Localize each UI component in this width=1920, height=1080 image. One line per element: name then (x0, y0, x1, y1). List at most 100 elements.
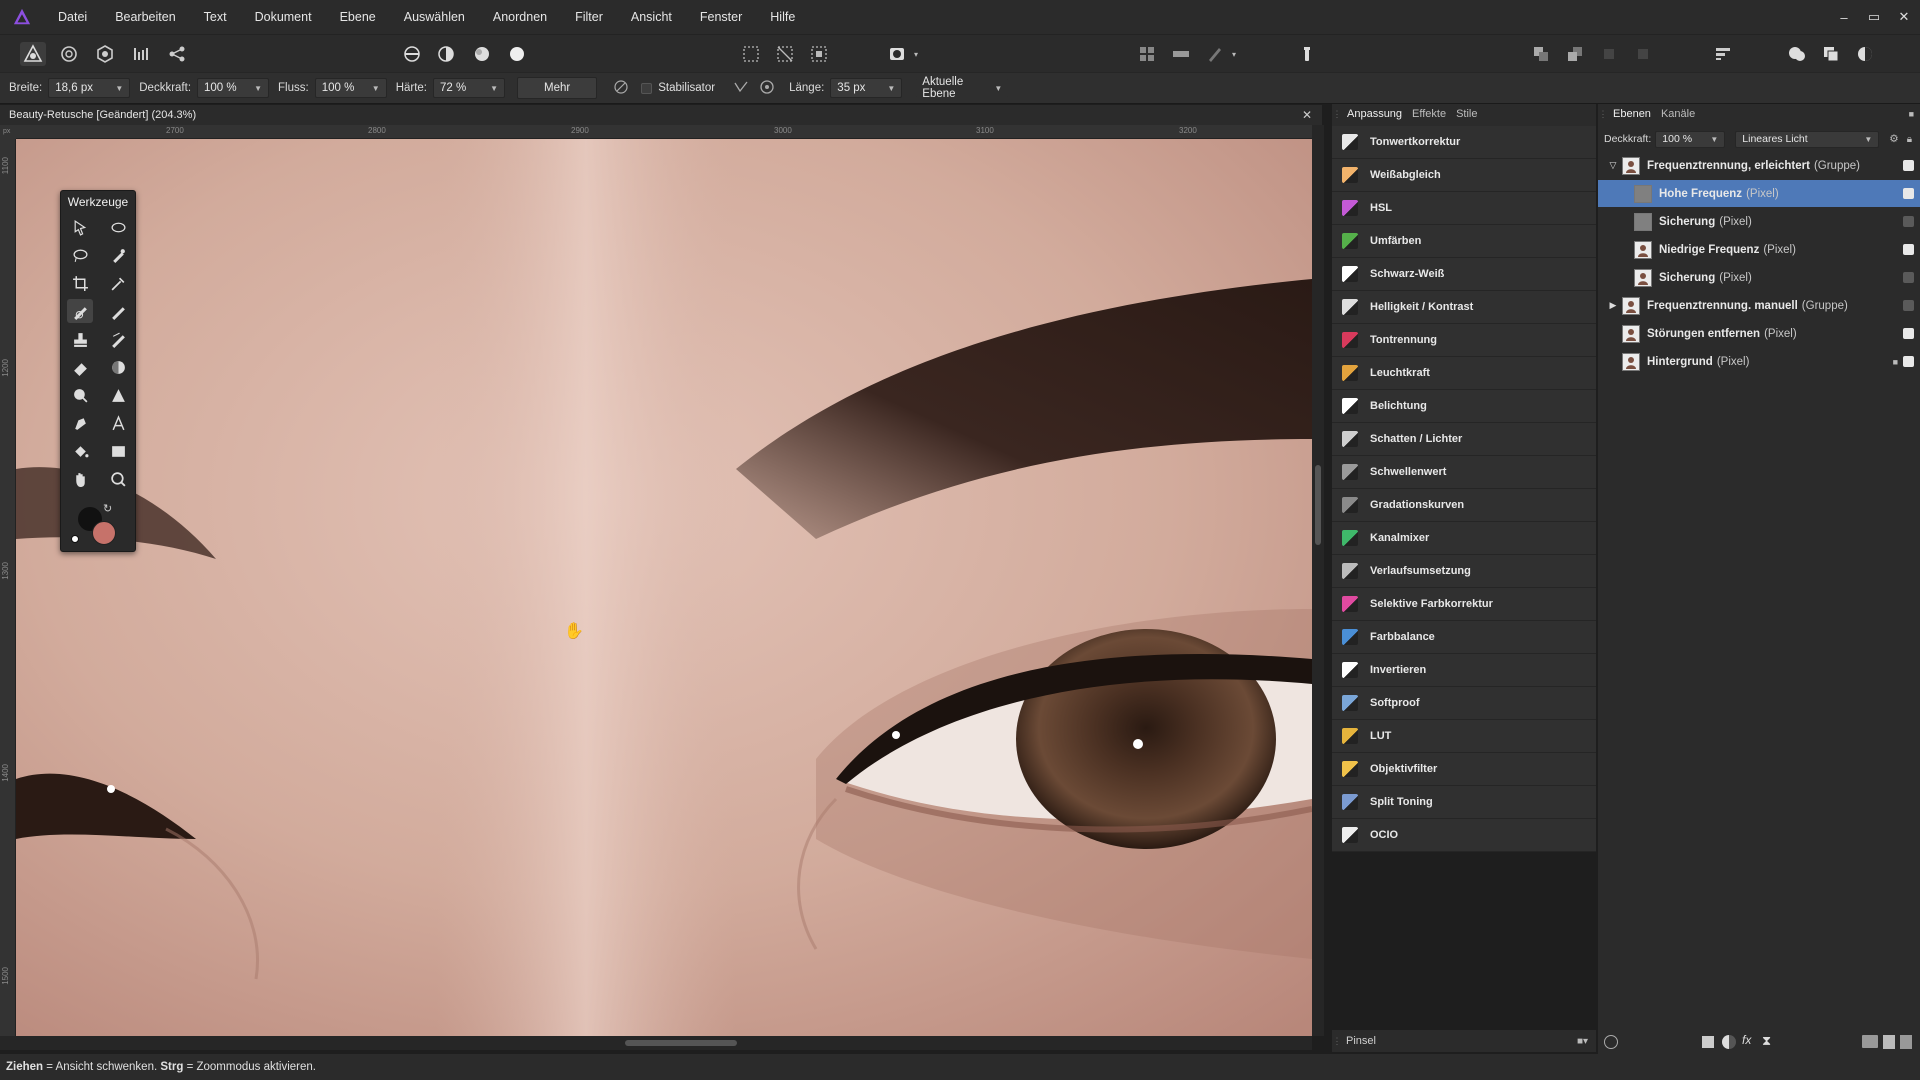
select-all-icon[interactable] (738, 42, 764, 66)
align-icon[interactable] (1710, 42, 1736, 66)
dodge-tool-icon[interactable] (105, 355, 131, 379)
affinity-photo-logo-icon[interactable] (0, 0, 44, 34)
zoom-tool-icon[interactable] (105, 467, 131, 491)
new-layer-icon[interactable] (1883, 1035, 1895, 1049)
layer-row[interactable]: Sicherung (Pixel) (1598, 208, 1920, 235)
tab-adjustments[interactable]: Anpassung (1342, 108, 1407, 120)
panel-menu-icon[interactable]: ■▾ (1577, 1036, 1588, 1047)
expand-closed-icon[interactable]: ▶ (1604, 300, 1622, 311)
document-canvas[interactable]: ✋ (16, 139, 1312, 1036)
tab-channels[interactable]: Kanäle (1656, 108, 1700, 120)
window-mode-icon[interactable] (759, 79, 775, 98)
arrange-front-icon[interactable] (1528, 42, 1554, 66)
minimize-button[interactable]: – (1830, 0, 1858, 34)
lock-icon[interactable]: ■ (1893, 357, 1898, 367)
adjustment-item[interactable]: Softproof (1332, 687, 1596, 720)
adjustment-item[interactable]: Tontrennung (1332, 324, 1596, 357)
close-document-icon[interactable]: ✕ (1302, 108, 1312, 122)
rope-mode-icon[interactable] (733, 79, 749, 98)
visibility-checkbox[interactable] (1903, 188, 1914, 199)
adjustment-item[interactable]: Selektive Farbkorrektur (1332, 588, 1596, 621)
length-field[interactable]: 35 px ▼ (830, 78, 903, 98)
tab-styles[interactable]: Stile (1451, 108, 1482, 120)
visibility-checkbox[interactable] (1903, 356, 1914, 367)
layer-row[interactable]: Hohe Frequenz (Pixel) (1598, 180, 1920, 207)
adjustment-item[interactable]: LUT (1332, 720, 1596, 753)
deselect-icon[interactable] (772, 42, 798, 66)
fx-icon[interactable]: fx (1742, 1033, 1751, 1047)
blur-brush-icon[interactable] (67, 383, 93, 407)
width-field[interactable]: 18,6 px ▼ (48, 78, 131, 98)
menu-item[interactable]: Filter (561, 10, 617, 24)
snapping-icon[interactable] (1134, 42, 1160, 66)
visibility-checkbox[interactable] (1903, 244, 1914, 255)
horizontal-scrollbar[interactable] (0, 1036, 1312, 1050)
horizontal-scroll-thumb[interactable] (625, 1040, 737, 1046)
stabilizer-checkbox[interactable] (641, 82, 653, 94)
arrange-backward-icon[interactable] (1630, 42, 1656, 66)
lock-icon[interactable]: 🔒︎ (1907, 134, 1912, 145)
adjustment-item[interactable]: Schwarz-Weiß (1332, 258, 1596, 291)
move-tool-icon[interactable] (67, 215, 93, 239)
visibility-checkbox[interactable] (1903, 328, 1914, 339)
crop-tool-icon[interactable] (67, 271, 93, 295)
mask-layer-icon[interactable] (1702, 1036, 1714, 1048)
assistant-icon[interactable] (1294, 42, 1320, 66)
adjustment-layer-icon[interactable] (1722, 1035, 1736, 1049)
view-tool-icon[interactable] (105, 215, 131, 239)
hardness-field[interactable]: 72 % ▼ (433, 78, 506, 98)
lasso-tool-icon[interactable] (67, 243, 93, 267)
adjustment-item[interactable]: Leuchtkraft (1332, 357, 1596, 390)
visibility-checkbox[interactable] (1903, 216, 1914, 227)
tone-mapping-persona-icon[interactable] (128, 42, 154, 66)
secondary-color-swatch[interactable] (92, 521, 116, 545)
arrange-back-icon[interactable] (1562, 42, 1588, 66)
layer-row[interactable]: Niedrige Frequenz (Pixel) (1598, 236, 1920, 263)
visibility-checkbox[interactable] (1903, 272, 1914, 283)
auto-contrast-icon[interactable] (433, 42, 459, 66)
text-tool-icon[interactable] (105, 411, 131, 435)
quick-mask-dropdown-icon[interactable]: ▾ (910, 42, 922, 66)
adjustment-item[interactable]: Helligkeit / Kontrast (1332, 291, 1596, 324)
expand-open-icon[interactable]: ▽ (1604, 160, 1622, 171)
paint-brush-icon[interactable] (105, 299, 131, 323)
more-button[interactable]: Mehr (517, 77, 598, 99)
boolean-add-icon[interactable] (1784, 42, 1810, 66)
auto-white-balance-icon[interactable] (504, 42, 530, 66)
adjustment-item[interactable]: Kanalmixer (1332, 522, 1596, 555)
auto-colors-icon[interactable] (469, 42, 495, 66)
liquify-persona-icon[interactable] (56, 42, 82, 66)
sharpen-brush-icon[interactable] (105, 383, 131, 407)
pen-tool-icon[interactable] (67, 411, 93, 435)
eraser-tool-icon[interactable] (67, 355, 93, 379)
healing-brush-icon[interactable] (67, 299, 93, 323)
adjustment-item[interactable]: Split Toning (1332, 786, 1596, 819)
trash-icon[interactable] (1900, 1035, 1912, 1049)
adjustment-item[interactable]: HSL (1332, 192, 1596, 225)
visibility-checkbox[interactable] (1903, 160, 1914, 171)
menu-item[interactable]: Hilfe (756, 10, 809, 24)
grid-icon[interactable] (1168, 42, 1194, 66)
menu-item[interactable]: Anordnen (479, 10, 561, 24)
folder-icon[interactable] (1862, 1035, 1878, 1048)
boolean-intersect-icon[interactable] (1852, 42, 1878, 66)
adjustment-item[interactable]: Umfärben (1332, 225, 1596, 258)
tab-layers[interactable]: Ebenen (1608, 108, 1656, 120)
menu-item[interactable]: Text (190, 10, 241, 24)
brush-option-icon[interactable] (1202, 42, 1228, 66)
adjustment-item[interactable]: Gradationskurven (1332, 489, 1596, 522)
menu-item[interactable]: Ebene (326, 10, 390, 24)
brushes-tab[interactable]: Pinsel (1346, 1035, 1376, 1047)
layer-row[interactable]: Sicherung (Pixel) (1598, 264, 1920, 291)
reset-colors-icon[interactable] (71, 535, 79, 543)
layer-row[interactable]: Störungen entfernen (Pixel) (1598, 320, 1920, 347)
vertical-scroll-thumb[interactable] (1315, 465, 1321, 545)
close-window-button[interactable]: ✕ (1890, 0, 1918, 34)
clone-brush-icon[interactable] (67, 327, 93, 351)
fill-tool-icon[interactable] (67, 439, 93, 463)
brushes-panel-header[interactable]: ⋮ Pinsel ■▾ (1332, 1030, 1596, 1052)
visibility-checkbox[interactable] (1903, 300, 1914, 311)
maximize-button[interactable]: ▭ (1860, 0, 1888, 34)
photo-persona-icon[interactable] (20, 42, 46, 66)
selection-brush-icon[interactable] (105, 243, 131, 267)
